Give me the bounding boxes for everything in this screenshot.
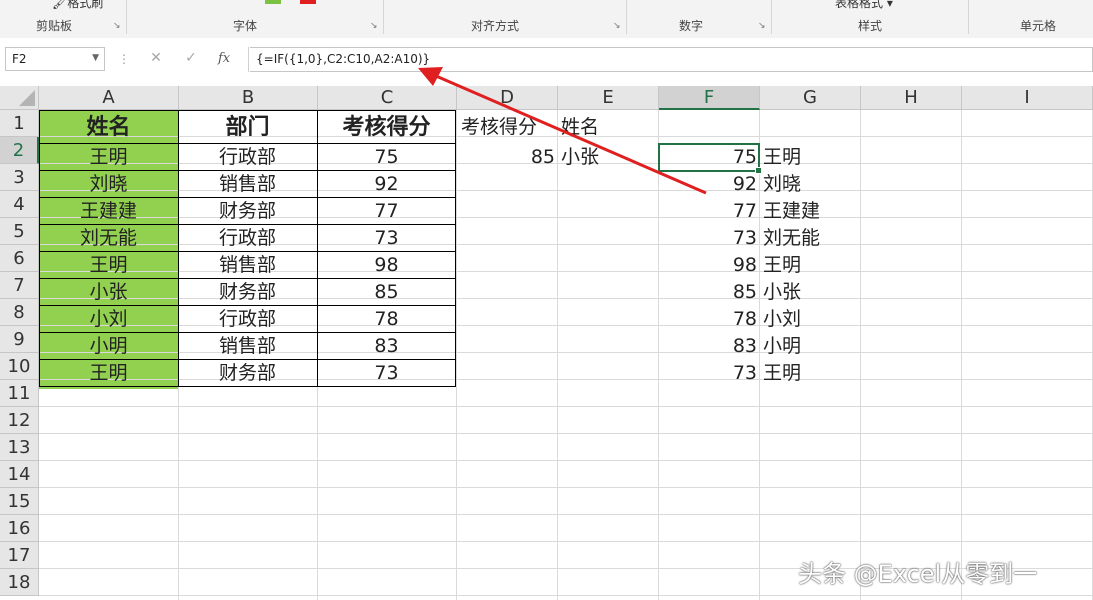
arrow-shaft — [435, 74, 707, 195]
watermark: 头条 @Excel从零到一 — [798, 560, 1038, 588]
annotation-arrow — [418, 67, 707, 195]
